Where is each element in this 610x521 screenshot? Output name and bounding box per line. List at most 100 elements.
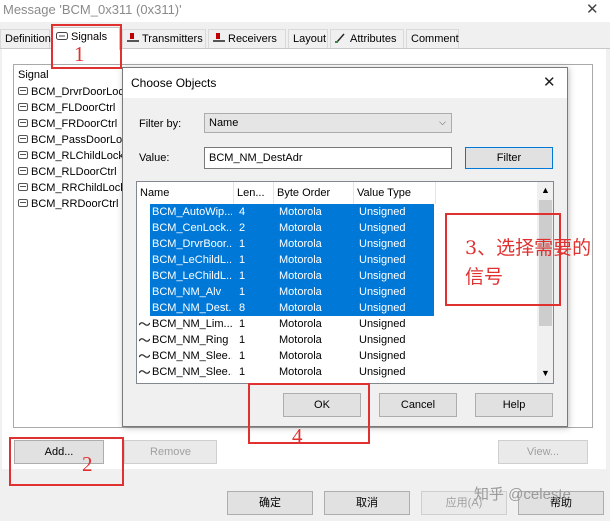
scroll-up-icon[interactable]: ▲ (541, 185, 550, 195)
watermark: 知乎 @celeste (474, 486, 571, 503)
cell-type: Unsigned (359, 222, 406, 234)
list-item[interactable]: BCM_DrvrDoorLoc (18, 86, 124, 98)
list-item[interactable]: BCM_FRDoorCtrl (18, 118, 117, 130)
signal-icon (18, 199, 28, 207)
tab-definition[interactable]: Definition (0, 29, 51, 49)
cell-name: BCM_NM_Ring (152, 334, 229, 346)
signal-name: BCM_FRDoorCtrl (31, 118, 118, 130)
tab-transmitters[interactable]: Transmitters (122, 29, 206, 49)
tab-receivers[interactable]: Receivers (208, 29, 286, 49)
step1-highlight-box (51, 24, 122, 69)
cell-type: Unsigned (359, 286, 406, 298)
list-item[interactable]: BCM_RRChildLock (18, 182, 126, 194)
table-row[interactable]: BCM_NM_Ring 1 Motorola Unsigned (137, 332, 537, 348)
signal-wave-icon (139, 354, 150, 358)
signal-icon (18, 119, 28, 127)
list-item[interactable]: BCM_RLDoorCtrl (18, 166, 117, 178)
cell-order: Motorola (279, 238, 322, 250)
cell-len: 1 (239, 318, 246, 330)
cell-len: 1 (239, 238, 246, 250)
receiver-icon (213, 33, 225, 42)
list-item[interactable]: BCM_RRDoorCtrl (18, 198, 118, 210)
cell-order: Motorola (279, 366, 322, 378)
signal-wave-icon (139, 226, 150, 230)
step1-number: 1 (74, 42, 85, 66)
column-header-value-type[interactable]: Value Type (354, 182, 436, 204)
step4-highlight-box (248, 383, 370, 444)
signal-wave-icon (139, 306, 150, 310)
tab-label: Definition (5, 33, 51, 45)
tab-label: Layout (293, 33, 327, 45)
cell-order: Motorola (279, 302, 322, 314)
cell-name: BCM_NM_Lim... (152, 318, 232, 330)
value-input[interactable]: BCM_NM_DestAdr (204, 147, 452, 169)
dialog-close-icon[interactable]: ✕ (543, 73, 556, 91)
window-close-icon[interactable]: ✕ (586, 0, 599, 18)
attributes-icon (335, 33, 345, 43)
tab-label: Receivers (228, 33, 277, 45)
cancel-button-cn[interactable]: 取消 (324, 491, 410, 515)
step4-number: 4 (292, 424, 303, 448)
signal-wave-icon (139, 338, 150, 342)
signal-name: BCM_RLDoorCtrl (31, 166, 117, 178)
tab-layout[interactable]: Layout (288, 29, 328, 49)
scroll-down-icon[interactable]: ▼ (541, 368, 550, 378)
cell-len: 1 (239, 286, 246, 298)
cell-len: 1 (239, 270, 246, 282)
tab-label: Attributes (350, 33, 397, 45)
filter-by-select[interactable]: Name ⌵ (204, 113, 452, 133)
signal-name: BCM_RRChildLock (31, 182, 126, 194)
cell-name: BCM_LeChildL... (152, 254, 232, 266)
cell-len: 1 (239, 366, 246, 378)
column-header-name[interactable]: Name (137, 182, 234, 204)
signal-icon (18, 87, 28, 95)
signal-wave-icon (139, 274, 150, 278)
tab-comment[interactable]: Comment (406, 29, 459, 49)
view-button[interactable]: View... (498, 440, 588, 464)
filter-by-label: Filter by: (139, 118, 182, 130)
signal-name: BCM_RRDoorCtrl (31, 198, 119, 210)
tab-label: Transmitters (142, 33, 203, 45)
window-titlebar: Message 'BCM_0x311 (0x311)' ✕ (0, 0, 610, 22)
table-row[interactable]: BCM_NM_Lim... 1 Motorola Unsigned (137, 316, 537, 332)
cell-type: Unsigned (359, 302, 406, 314)
signal-icon (18, 151, 28, 159)
cell-len: 8 (239, 302, 246, 314)
table-row[interactable]: BCM_NM_Slee... 1 Motorola Unsigned (137, 364, 537, 380)
list-item[interactable]: BCM_PassDoorLo (18, 134, 122, 146)
signal-wave-icon (139, 322, 150, 326)
list-item[interactable]: BCM_FLDoorCtrl (18, 102, 115, 114)
chevron-down-icon: ⌵ (439, 117, 446, 127)
cell-len: 4 (239, 206, 246, 218)
signal-list-header: Signal (18, 69, 49, 81)
dialog-cancel-button[interactable]: Cancel (379, 393, 457, 417)
cell-len: 1 (239, 350, 246, 362)
filter-button[interactable]: Filter (465, 147, 553, 169)
grid-header: Name Len... Byte Order Value Type (137, 182, 537, 204)
column-header-length[interactable]: Len... (234, 182, 274, 204)
list-item[interactable]: BCM_RLChildLock (18, 150, 124, 162)
signal-icon (18, 135, 28, 143)
cell-len: 2 (239, 222, 246, 234)
cell-type: Unsigned (359, 254, 406, 266)
cell-type: Unsigned (359, 334, 406, 346)
table-row[interactable]: BCM_NM_Slee... 1 Motorola Unsigned (137, 348, 537, 364)
cell-type: Unsigned (359, 206, 406, 218)
ok-button-cn[interactable]: 确定 (227, 491, 313, 515)
tab-label: Comment (411, 33, 459, 45)
remove-button[interactable]: Remove (124, 440, 217, 464)
signal-icon (18, 167, 28, 175)
column-header-byte-order[interactable]: Byte Order (274, 182, 354, 204)
tab-attributes[interactable]: Attributes (330, 29, 404, 49)
cell-type: Unsigned (359, 318, 406, 330)
cell-order: Motorola (279, 334, 322, 346)
cell-len: 1 (239, 254, 246, 266)
signal-wave-icon (139, 370, 150, 374)
signal-wave-icon (139, 258, 150, 262)
dialog-help-button[interactable]: Help (475, 393, 553, 417)
cell-order: Motorola (279, 206, 322, 218)
step3-instruction: 3、选择需要的信号 (465, 237, 592, 288)
step2-number: 2 (82, 452, 93, 476)
cell-name: BCM_NM_Alv (152, 286, 222, 298)
step2-highlight-box (9, 437, 124, 486)
